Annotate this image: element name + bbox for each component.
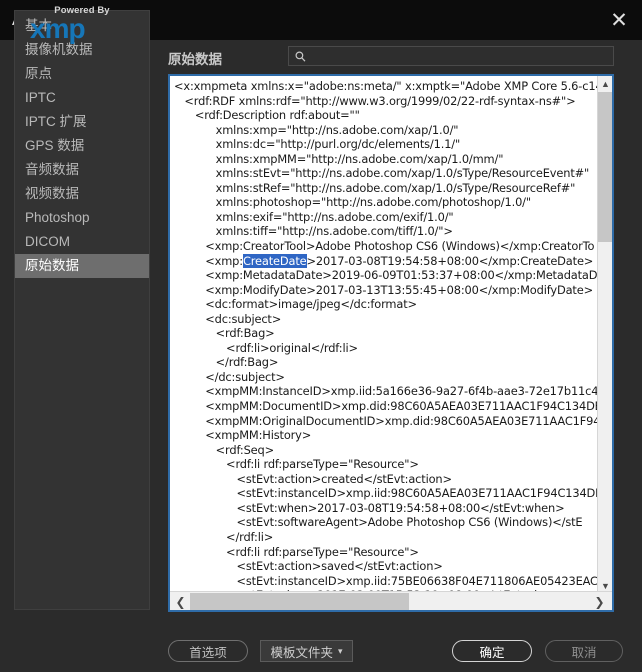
horizontal-scrollbar[interactable]: ❮ ❯ <box>170 591 612 610</box>
sidebar-item-label: IPTC <box>25 90 56 105</box>
xmp-line: <rdf:RDF xmlns:rdf="http://www.w3.org/19… <box>174 93 576 108</box>
xmp-line: xmlns:xmpMM="http://ns.adobe.com/xap/1.0… <box>174 151 504 166</box>
sidebar-item-label: GPS 数据 <box>25 138 85 153</box>
close-icon[interactable]: ✕ <box>596 0 642 40</box>
xmp-line: xmlns:stEvt="http://ns.adobe.com/xap/1.0… <box>174 166 590 181</box>
sidebar-item-label: DICOM <box>25 234 70 249</box>
ok-button[interactable]: 确定 <box>452 640 532 662</box>
template-folder-dropdown[interactable]: 模板文件夹 ▾ <box>260 640 353 662</box>
vertical-scrollbar[interactable]: ▲ ▼ <box>597 76 612 594</box>
sidebar-item[interactable]: 原始数据 <box>15 254 149 278</box>
xmp-line: <dc:format>image/jpeg</dc:format> <box>174 297 417 312</box>
xmp-line: xmlns:xmp="http://ns.adobe.com/xap/1.0/" <box>174 122 459 137</box>
chevron-left-icon[interactable]: ❮ <box>172 592 189 610</box>
xmp-text-content: <x:xmpmeta xmlns:x="adobe:ns:meta/" x:xm… <box>174 79 597 594</box>
chevron-up-icon[interactable]: ▲ <box>598 76 612 92</box>
chevron-down-icon: ▾ <box>337 645 343 656</box>
chevron-right-icon[interactable]: ❯ <box>591 592 608 610</box>
xmp-line: <rdf:li>original</rdf:li> <box>174 340 358 355</box>
sidebar-item[interactable]: Photoshop <box>15 206 149 230</box>
pane-title: 原始数据 <box>168 52 222 67</box>
logo-xmp-text: xmp <box>30 13 86 44</box>
xmp-line: </rdf:li> <box>174 529 274 544</box>
xmp-line: <stEvt:when>2017-03-08T19:54:58+08:00</s… <box>174 500 565 515</box>
xmp-line: <xmp:CreateDate>2017-03-08T19:54:58+08:0… <box>174 253 594 268</box>
xmp-line: xmlns:dc="http://purl.org/dc/elements/1.… <box>174 137 461 152</box>
search-input[interactable] <box>311 47 613 65</box>
sidebar-item[interactable]: DICOM <box>15 230 149 254</box>
xmp-line: </dc:subject> <box>174 369 285 384</box>
xmp-line: <x:xmpmeta xmlns:x="adobe:ns:meta/" x:xm… <box>174 79 597 93</box>
xmp-selected-token[interactable]: CreateDate <box>242 253 307 268</box>
xmp-line: <xmp:MetadataDate>2019-06-09T01:53:37+08… <box>174 268 597 283</box>
xmp-line: <rdf:li rdf:parseType="Resource"> <box>174 457 419 472</box>
xmp-text-viewport: <x:xmpmeta xmlns:x="adobe:ns:meta/" x:xm… <box>170 76 597 594</box>
xmp-line: <rdf:li rdf:parseType="Resource"> <box>174 544 419 559</box>
vertical-scrollbar-thumb[interactable] <box>598 92 612 242</box>
cancel-button[interactable]: 取消 <box>545 640 623 662</box>
xmp-raw-data-panel[interactable]: <x:xmpmeta xmlns:x="adobe:ns:meta/" x:xm… <box>168 74 614 612</box>
xmp-line: </rdf:Bag> <box>174 355 279 370</box>
sidebar-item-label: IPTC 扩展 <box>25 114 87 129</box>
sidebar-item-label: 音频数据 <box>25 162 79 177</box>
horizontal-scrollbar-thumb[interactable] <box>190 593 409 610</box>
xmp-line: <xmp:CreatorTool>Adobe Photoshop CS6 (Wi… <box>174 239 595 254</box>
xmp-line: <dc:subject> <box>174 311 282 326</box>
template-folder-label: 模板文件夹 <box>270 645 333 660</box>
xmp-line: xmlns:exif="http://ns.adobe.com/exif/1.0… <box>174 209 454 224</box>
sidebar-item[interactable]: 视频数据 <box>15 182 149 206</box>
sidebar-item[interactable]: 音频数据 <box>15 158 149 182</box>
sidebar-item-label: 原点 <box>25 66 52 81</box>
xmp-line: <stEvt:instanceID>xmp.iid:98C60A5AEA03E7… <box>174 486 597 501</box>
xmp-logo: Powered By xmp <box>22 5 132 44</box>
sidebar: 基本 摄像机数据 原点 IPTC IPTC 扩展 GPS 数据 音频数据 视频数据 Photos… <box>14 10 150 610</box>
search-box[interactable] <box>288 46 614 66</box>
xmp-line: <rdf:Seq> <box>174 442 275 457</box>
sidebar-item[interactable]: 原点 <box>15 62 149 86</box>
xmp-line: <rdf:Description rdf:about="" <box>174 108 360 123</box>
sidebar-item-label: 原始数据 <box>25 258 79 273</box>
xmp-line: xmlns:photoshop="http://ns.adobe.com/pho… <box>174 195 531 210</box>
sidebar-item-label: Photoshop <box>25 210 90 225</box>
xmp-line: <xmpMM:InstanceID>xmp.iid:5a166e36-9a27-… <box>174 384 597 399</box>
xmp-line: <stEvt:softwareAgent>Adobe Photoshop CS6… <box>174 515 583 530</box>
sidebar-item[interactable]: GPS 数据 <box>15 134 149 158</box>
xmp-line: <xmpMM:OriginalDocumentID>xmp.did:98C60A… <box>174 413 597 428</box>
xmp-line: xmlns:tiff="http://ns.adobe.com/tiff/1.0… <box>174 224 453 239</box>
xmp-line: xmlns:stRef="http://ns.adobe.com/xap/1.0… <box>174 180 576 195</box>
sidebar-item-label: 视频数据 <box>25 186 79 201</box>
xmp-line: <xmpMM:History> <box>174 428 312 443</box>
xmp-line: <xmp:ModifyDate>2017-03-13T13:55:45+08:0… <box>174 282 593 297</box>
sidebar-item-label: 摄像机数据 <box>25 42 93 57</box>
xmp-line: <rdf:Bag> <box>174 326 275 341</box>
xmp-line: <stEvt:action>created</stEvt:action> <box>174 471 452 486</box>
preferences-button[interactable]: 首选项 <box>168 640 248 662</box>
search-icon <box>289 51 311 62</box>
xmp-line: <xmpMM:DocumentID>xmp.did:98C60A5AEA03E7… <box>174 399 597 414</box>
sidebar-item[interactable]: IPTC <box>15 86 149 110</box>
xmp-line: <stEvt:action>saved</stEvt:action> <box>174 559 443 574</box>
sidebar-item[interactable]: IPTC 扩展 <box>15 110 149 134</box>
xmp-line: <stEvt:instanceID>xmp.iid:75BE06638F04E7… <box>174 573 597 588</box>
